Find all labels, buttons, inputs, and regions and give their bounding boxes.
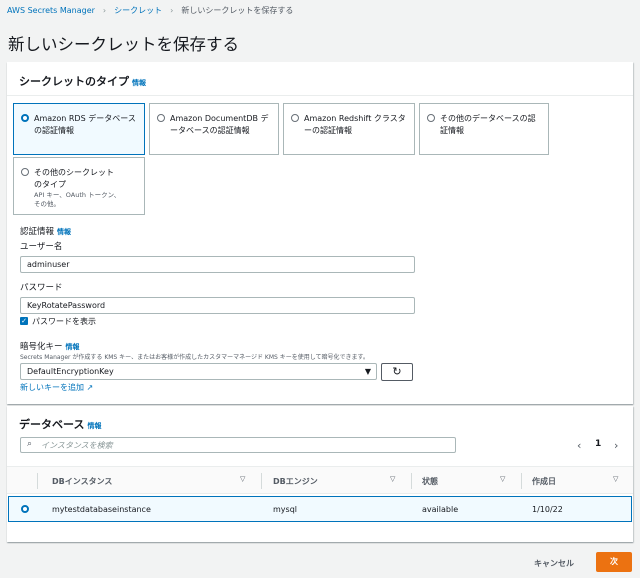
encryption-key-select[interactable]: DefaultEncryptionKey ▼ (20, 363, 377, 380)
secret-type-title: シークレットのタイプ (19, 75, 129, 88)
cell-engine: mysql (273, 505, 297, 514)
breadcrumb-secrets-manager[interactable]: AWS Secrets Manager (7, 6, 95, 15)
chevron-right-icon: › (102, 6, 107, 15)
breadcrumb-secrets[interactable]: シークレット (114, 5, 162, 16)
tile-rds-label: Amazon RDS データベースの認証情報 (34, 114, 136, 135)
encryption-key-value: DefaultEncryptionKey (27, 367, 114, 376)
cell-instance: mytestdatabaseinstance (52, 505, 151, 514)
table-header: DBインスタンス ▽ DBエンジン ▽ 状態 ▽ 作成日 ▽ (7, 466, 633, 494)
external-link-icon: ↗ (86, 383, 94, 392)
cancel-button[interactable]: キャンセル (534, 558, 574, 569)
page-number[interactable]: 1 (595, 439, 601, 449)
secret-type-header: シークレットのタイプ 情報 (7, 62, 633, 96)
chevron-right-icon: › (170, 6, 174, 15)
caret-down-icon: ▼ (364, 367, 371, 376)
secret-type-panel: シークレットのタイプ 情報 Amazon RDS データベースの認証情報 Amaz… (7, 62, 633, 404)
sort-icon[interactable]: ▽ (390, 475, 395, 483)
cell-status: available (422, 505, 459, 514)
col-created[interactable]: 作成日 (532, 476, 556, 487)
cell-created: 1/10/22 (532, 505, 563, 514)
username-label: ユーザー名 (20, 242, 63, 252)
secret-type-info-link[interactable]: 情報 (132, 79, 146, 87)
refresh-icon: ↻ (392, 365, 402, 378)
tile-redshift-label: Amazon Redshift クラスターの認証情報 (304, 114, 406, 135)
password-input[interactable]: KeyRotatePassword (20, 297, 415, 314)
tile-other-type-desc: API キー、OAuth トークン、その他。 (34, 191, 121, 208)
sort-icon[interactable]: ▽ (240, 475, 245, 483)
tile-redshift[interactable]: Amazon Redshift クラスターの認証情報 (283, 103, 415, 155)
table-row[interactable]: mytestdatabaseinstance mysql available 1… (8, 496, 632, 522)
row-radio[interactable] (21, 505, 29, 513)
radio-rds[interactable] (21, 114, 29, 122)
radio-documentdb[interactable] (157, 114, 165, 122)
tile-other-db-label: その他のデータベースの認証情報 (440, 114, 536, 135)
radio-other-type[interactable] (21, 168, 29, 176)
next-button[interactable]: 次 (596, 552, 632, 572)
encryption-title: 暗号化キー (20, 342, 63, 352)
col-status[interactable]: 状態 (422, 476, 438, 487)
search-placeholder: インスタンスを検索 (41, 441, 113, 450)
tile-documentdb[interactable]: Amazon DocumentDB データベースの認証情報 (149, 103, 279, 155)
credentials-info-link[interactable]: 情報 (57, 228, 71, 236)
encryption-info-link[interactable]: 情報 (66, 343, 80, 351)
radio-other-db[interactable] (427, 114, 435, 122)
show-password-label[interactable]: パスワードを表示 (32, 316, 96, 327)
credentials-title: 認証情報 (20, 227, 55, 237)
sort-icon[interactable]: ▽ (500, 475, 505, 483)
encryption-description: Secrets Manager が作成する KMS キー、またはお客様が作成した… (20, 354, 369, 361)
sort-icon[interactable]: ▽ (613, 475, 618, 483)
breadcrumb: AWS Secrets Manager › シークレット › 新しいシークレット… (7, 5, 293, 16)
col-db-engine[interactable]: DBエンジン (273, 476, 318, 487)
password-label: パスワード (20, 283, 63, 293)
tile-rds[interactable]: Amazon RDS データベースの認証情報 (13, 103, 145, 155)
tile-other-db[interactable]: その他のデータベースの認証情報 (419, 103, 549, 155)
next-page-icon[interactable]: › (614, 439, 618, 452)
tile-other-type-label: その他のシークレットのタイプ (34, 168, 114, 189)
radio-redshift[interactable] (291, 114, 299, 122)
col-db-instance[interactable]: DBインスタンス (52, 476, 112, 487)
search-icon: ⌕ (27, 439, 33, 449)
breadcrumb-current: 新しいシークレットを保存する (181, 6, 294, 15)
refresh-button[interactable]: ↻ (381, 363, 413, 381)
tile-other-type[interactable]: その他のシークレットのタイプ API キー、OAuth トークン、その他。 (13, 157, 145, 215)
username-input[interactable]: adminuser (20, 256, 415, 273)
show-password-checkbox[interactable]: ✓ (20, 317, 28, 325)
tile-documentdb-label: Amazon DocumentDB データベースの認証情報 (170, 114, 269, 135)
prev-page-icon[interactable]: ‹ (577, 439, 581, 452)
database-title: データベース (19, 418, 85, 431)
add-new-key-link[interactable]: 新しいキーを追加 (20, 383, 84, 392)
instance-search-input[interactable]: ⌕ インスタンスを検索 (20, 437, 456, 453)
database-info-link[interactable]: 情報 (87, 422, 101, 430)
page-title: 新しいシークレットを保存する (8, 35, 239, 54)
